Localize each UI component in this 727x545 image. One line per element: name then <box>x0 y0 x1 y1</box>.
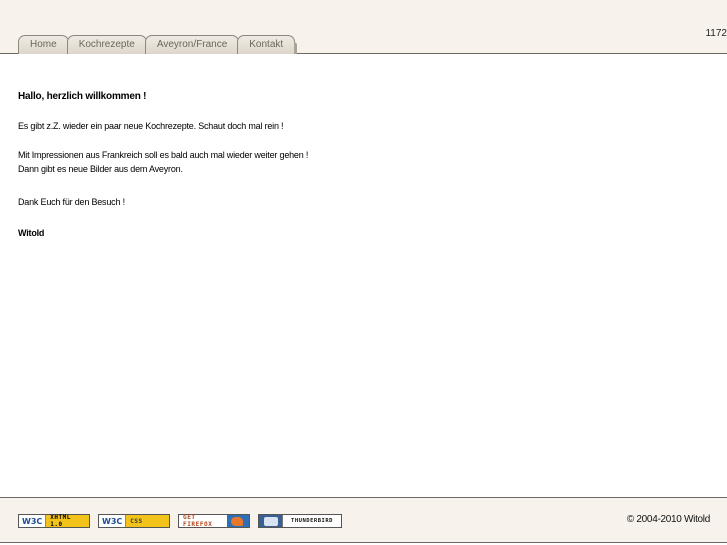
thunderbird-badge-label: THUNDERBIRD <box>283 515 341 527</box>
w3c-logo-icon: W3C <box>19 515 47 527</box>
news-france-block: Mit Impressionen aus Frankreich soll es … <box>18 148 698 176</box>
get-firefox-badge[interactable]: GET FIREFOX <box>178 514 250 528</box>
copyright-notice: © 2004-2010 Witold <box>626 514 710 525</box>
thunderbird-badge[interactable]: THUNDERBIRD <box>258 514 342 528</box>
main-nav: Home Kochrezepte Aveyron/France Kontakt <box>18 34 298 54</box>
welcome-heading: Hallo, herzlich willkommen ! <box>18 91 147 102</box>
badge-row: W3C XHTML 1.0 W3C CSS GET FIREFOX THUNDE… <box>18 514 342 528</box>
xhtml-badge-label: XHTML 1.0 <box>46 514 89 528</box>
visitor-counter: 1172 <box>705 28 727 39</box>
thanks-text: Dank Euch für den Besuch ! <box>18 197 125 207</box>
firefox-logo-icon <box>227 515 249 527</box>
site-footer: W3C XHTML 1.0 W3C CSS GET FIREFOX THUNDE… <box>0 497 727 543</box>
css-badge-label: CSS <box>126 515 169 527</box>
firefox-badge-label: GET FIREFOX <box>179 514 227 528</box>
news-recipes-text: Es gibt z.Z. wieder ein paar neue Kochre… <box>18 121 284 131</box>
tab-home[interactable]: Home <box>18 35 71 54</box>
thunderbird-logo-icon <box>259 515 283 527</box>
news-france-line-1: Mit Impressionen aus Frankreich soll es … <box>18 150 309 160</box>
signature: Witold <box>18 228 45 238</box>
main-content: Hallo, herzlich willkommen ! Es gibt z.Z… <box>18 90 698 240</box>
tab-aveyron-france[interactable]: Aveyron/France <box>144 35 242 54</box>
valid-xhtml-badge[interactable]: W3C XHTML 1.0 <box>18 514 90 528</box>
tab-kochrezepte[interactable]: Kochrezepte <box>66 35 150 54</box>
site-header: Home Kochrezepte Aveyron/France Kontakt … <box>0 0 727 54</box>
tab-kontakt[interactable]: Kontakt <box>237 35 298 54</box>
valid-css-badge[interactable]: W3C CSS <box>98 514 170 528</box>
news-france-line-2: Dann gibt es neue Bilder aus dem Aveyron… <box>18 164 183 174</box>
w3c-logo-icon: W3C <box>99 515 127 527</box>
